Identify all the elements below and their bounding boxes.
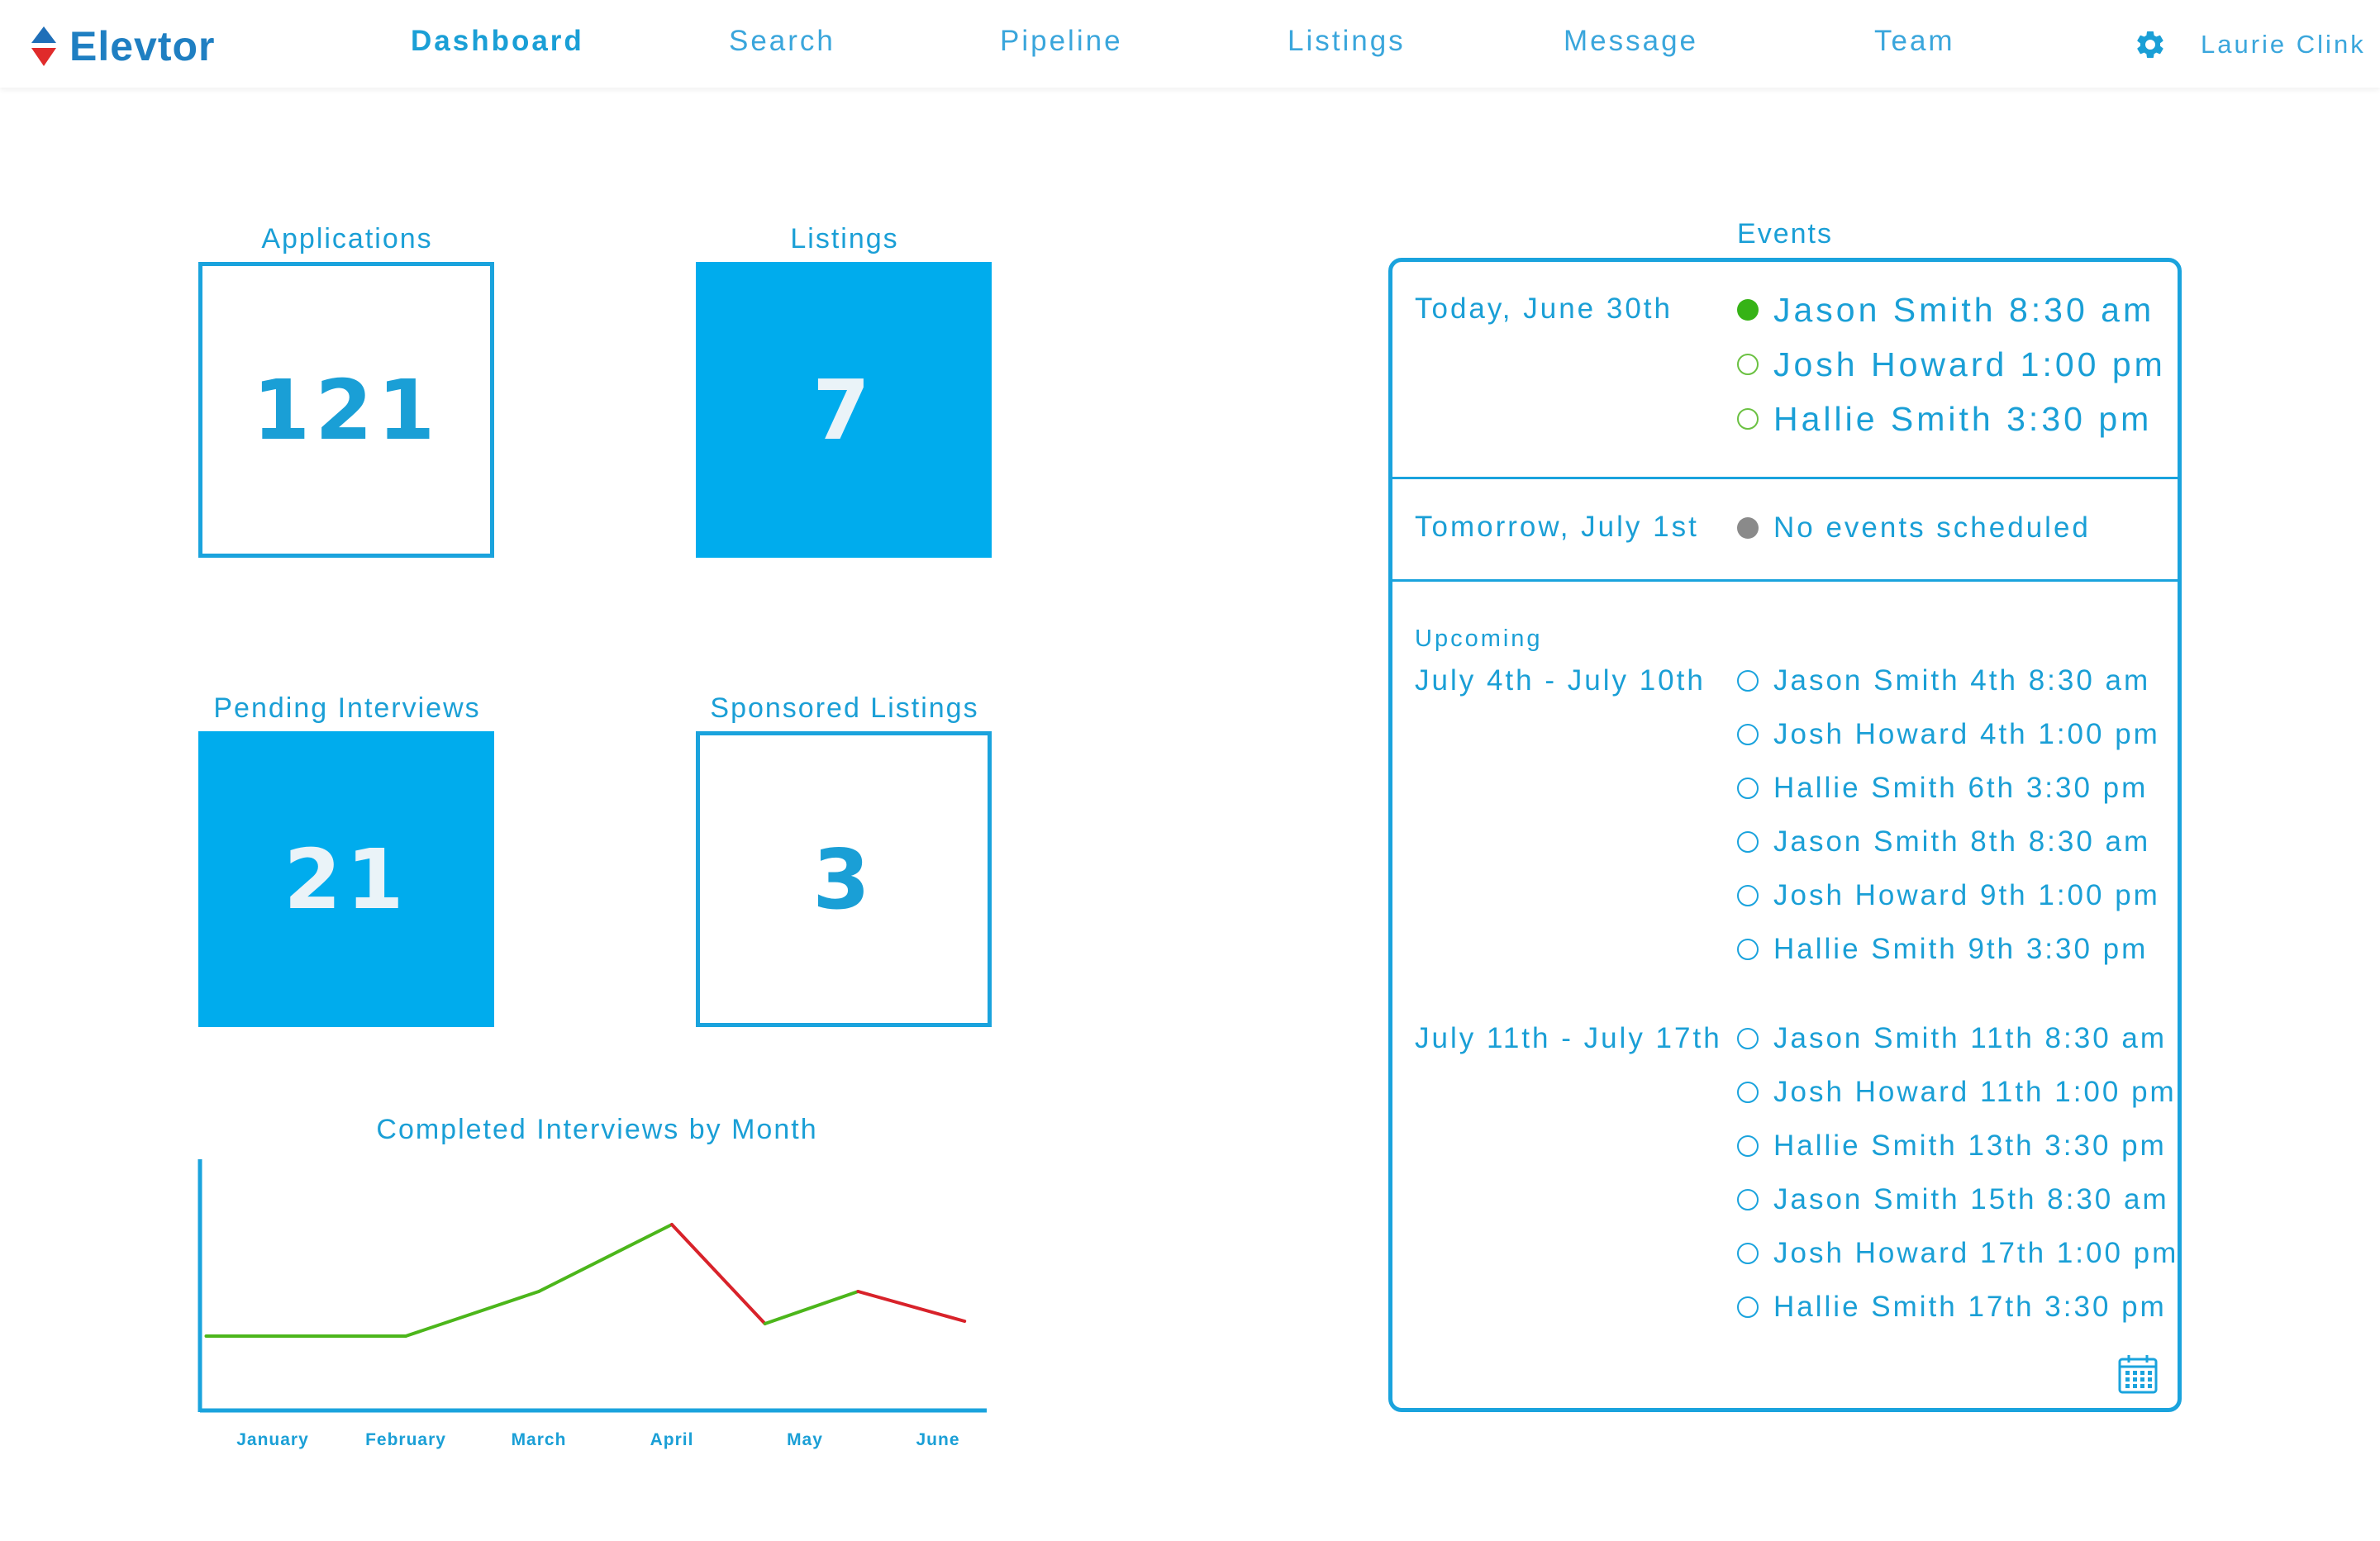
event-text: Jason Smith 8th 8:30 am (1773, 825, 2151, 858)
event-week2-2[interactable]: Josh Howard 11th 1:00 pm (1737, 1073, 2177, 1111)
applications-tile[interactable]: 121 (198, 262, 494, 558)
event-week1-5[interactable]: Josh Howard 9th 1:00 pm (1737, 877, 2160, 915)
completed-interviews-chart: January February March April May June (198, 1159, 987, 1449)
chart-title: Completed Interviews by Month (376, 1114, 818, 1145)
no-events-status-icon (1737, 517, 1759, 539)
event-text: Hallie Smith 6th 3:30 pm (1773, 772, 2149, 804)
event-text: Hallie Smith 17th 3:30 pm (1773, 1291, 2167, 1323)
chart-line-segment (404, 1290, 540, 1338)
nav-team[interactable]: Team (1874, 25, 1955, 58)
completed-status-icon (1737, 299, 1759, 321)
top-nav: Elevtor Dashboard Search Pipeline Listin… (0, 0, 2380, 88)
event-text: Jason Smith 15th 8:30 am (1773, 1183, 2169, 1215)
event-text: Jason Smith 4th 8:30 am (1773, 664, 2151, 697)
chart-line-segment (670, 1223, 767, 1325)
pending-status-icon (1737, 354, 1759, 375)
event-week2-5[interactable]: Josh Howard 17th 1:00 pm (1737, 1234, 2178, 1272)
event-tomorrow-none: No events scheduled (1737, 509, 2091, 547)
event-week2-4[interactable]: Jason Smith 15th 8:30 am (1737, 1181, 2169, 1219)
event-week1-4[interactable]: Jason Smith 8th 8:30 am (1737, 823, 2150, 861)
chart-x-tick-label: March (512, 1430, 567, 1449)
user-name[interactable]: Laurie Clink (2201, 30, 2366, 59)
upcoming-status-icon (1737, 1028, 1759, 1049)
pending-status-icon (1737, 408, 1759, 430)
upcoming-status-icon (1737, 1189, 1759, 1210)
event-week1-2[interactable]: Josh Howard 4th 1:00 pm (1737, 716, 2160, 754)
event-week2-3[interactable]: Hallie Smith 13th 3:30 pm (1737, 1127, 2167, 1165)
listings-value: 7 (812, 361, 875, 459)
listings-tile[interactable]: 7 (696, 262, 992, 558)
upcoming-status-icon (1737, 1082, 1759, 1103)
applications-label: Applications (261, 223, 433, 254)
event-text: Jason Smith 11th 8:30 am (1773, 1022, 2168, 1054)
event-text: Josh Howard 4th 1:00 pm (1773, 718, 2160, 750)
event-text: Hallie Smith 3:30 pm (1773, 399, 2153, 438)
event-week2-1[interactable]: Jason Smith 11th 8:30 am (1737, 1020, 2167, 1058)
event-text: Hallie Smith 13th 3:30 pm (1773, 1130, 2167, 1162)
week-1-label: July 4th - July 10th (1415, 664, 1706, 697)
nav-search[interactable]: Search (729, 25, 835, 58)
event-text: Jason Smith 8:30 am (1773, 290, 2155, 329)
chart-line-segment (856, 1290, 967, 1323)
event-text: Josh Howard 9th 1:00 pm (1773, 879, 2160, 911)
event-text: Josh Howard 17th 1:00 pm (1773, 1237, 2179, 1269)
applications-value: 121 (252, 361, 440, 459)
nav-pipeline[interactable]: Pipeline (1000, 25, 1123, 58)
calendar-icon[interactable] (2117, 1353, 2159, 1395)
pending-interviews-label: Pending Interviews (213, 692, 481, 724)
event-today-2[interactable]: Josh Howard 1:00 pm (1737, 345, 2166, 383)
settings-gear-icon[interactable] (2134, 28, 2167, 61)
chart-line-segment (537, 1223, 674, 1293)
upcoming-status-icon (1737, 939, 1759, 960)
today-label: Today, June 30th (1415, 293, 1673, 325)
event-today-3[interactable]: Hallie Smith 3:30 pm (1737, 400, 2152, 438)
upcoming-status-icon (1737, 1243, 1759, 1264)
pending-interviews-value: 21 (283, 830, 409, 928)
event-week2-6[interactable]: Hallie Smith 17th 3:30 pm (1737, 1288, 2167, 1326)
chart-x-tick-label: April (650, 1430, 694, 1449)
event-text: Josh Howard 1:00 pm (1773, 345, 2166, 383)
elevator-arrows-icon (31, 26, 56, 66)
chart-x-tick-label: June (916, 1430, 959, 1449)
chart-x-tick-label: February (365, 1430, 446, 1449)
tomorrow-label: Tomorrow, July 1st (1415, 511, 1699, 543)
nav-message[interactable]: Message (1564, 25, 1698, 58)
event-week1-6[interactable]: Hallie Smith 9th 3:30 pm (1737, 930, 2148, 968)
sponsored-listings-label: Sponsored Listings (710, 692, 979, 724)
event-today-1[interactable]: Jason Smith 8:30 am (1737, 291, 2154, 329)
week-2-label: July 11th - July 17th (1415, 1022, 1722, 1054)
upcoming-status-icon (1737, 778, 1759, 799)
brand-name: Elevtor (69, 23, 216, 69)
upcoming-status-icon (1737, 1135, 1759, 1157)
chart-line-segment (763, 1290, 860, 1325)
upcoming-label: Upcoming (1415, 625, 1543, 652)
upcoming-status-icon (1737, 670, 1759, 692)
upcoming-status-icon (1737, 831, 1759, 853)
event-text: No events scheduled (1773, 511, 2091, 544)
upcoming-status-icon (1737, 1296, 1759, 1318)
pending-interviews-tile[interactable]: 21 (198, 731, 494, 1027)
events-title: Events (1737, 218, 1833, 250)
chart-x-tick-label: May (787, 1430, 823, 1449)
nav-dashboard[interactable]: Dashboard (411, 25, 584, 58)
event-text: Hallie Smith 9th 3:30 pm (1773, 933, 2149, 965)
nav-listings[interactable]: Listings (1288, 25, 1406, 58)
sponsored-listings-value: 3 (812, 830, 875, 928)
chart-x-tick-label: January (236, 1430, 309, 1449)
events-divider (1392, 579, 2178, 582)
event-week1-1[interactable]: Jason Smith 4th 8:30 am (1737, 662, 2150, 700)
brand-logo[interactable]: Elevtor (30, 23, 216, 69)
upcoming-status-icon (1737, 724, 1759, 745)
upcoming-status-icon (1737, 885, 1759, 906)
event-text: Josh Howard 11th 1:00 pm (1773, 1076, 2177, 1108)
event-week1-3[interactable]: Hallie Smith 6th 3:30 pm (1737, 769, 2148, 807)
sponsored-listings-tile[interactable]: 3 (696, 731, 992, 1027)
listings-label: Listings (790, 223, 899, 254)
events-divider (1392, 477, 2178, 479)
